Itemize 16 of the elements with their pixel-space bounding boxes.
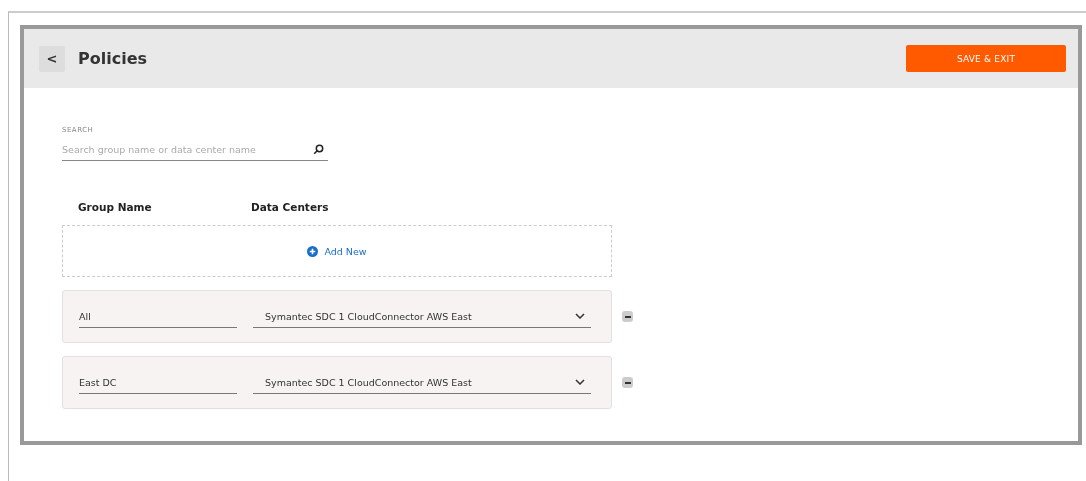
- group-name-field[interactable]: East DC: [79, 371, 237, 394]
- page-title: Policies: [78, 49, 149, 68]
- column-header: Data Centers: [251, 201, 329, 213]
- data-center-dropdown[interactable]: Symantec SDC 1 CloudConnector AWS East: [253, 305, 591, 328]
- search-icon: [313, 143, 324, 155]
- data-center-dropdown[interactable]: Symantec SDC 1 CloudConnector AWS East: [253, 371, 591, 394]
- chevron-down-icon: [575, 379, 585, 385]
- add-new-link[interactable]: Add New: [307, 245, 367, 257]
- column-header: Group Name: [78, 201, 153, 213]
- plus-circle-icon: [307, 245, 319, 257]
- search-field[interactable]: Search group name or data center name: [62, 143, 313, 155]
- group-name-field[interactable]: All: [79, 305, 237, 328]
- chevron-down-icon: [575, 313, 585, 319]
- remove-button[interactable]: [622, 311, 633, 322]
- back-button[interactable]: <: [39, 45, 65, 72]
- remove-button[interactable]: [622, 377, 633, 388]
